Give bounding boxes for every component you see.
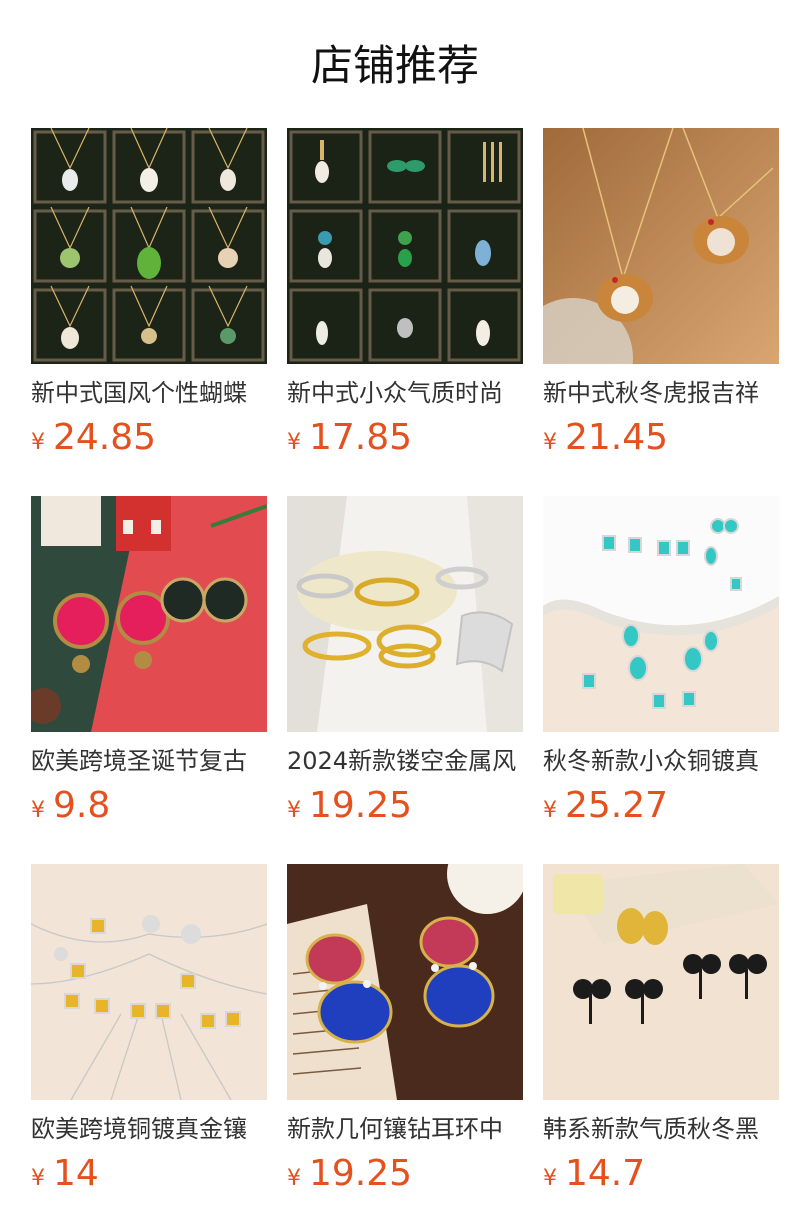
product-name[interactable]: 韩系新款气质秋冬黑 [543, 1112, 779, 1146]
product-image[interactable] [31, 496, 267, 732]
currency-symbol: ¥ [543, 430, 557, 455]
product-image[interactable] [543, 128, 779, 364]
product-price: ¥14.7 [543, 1152, 779, 1196]
product-name[interactable]: 秋冬新款小众铜镀真 [543, 744, 779, 778]
product-card[interactable]: 2024新款镂空金属风 ¥19.25 [287, 496, 523, 826]
product-card[interactable]: 欧美跨境圣诞节复古 ¥9.8 [31, 496, 267, 826]
product-price: ¥9.8 [31, 784, 267, 828]
product-name[interactable]: 新中式小众气质时尚 [287, 376, 523, 410]
product-image[interactable] [31, 864, 267, 1100]
product-card[interactable]: 欧美跨境铜镀真金镶 ¥14 [31, 864, 267, 1194]
product-image[interactable] [287, 496, 523, 732]
product-image[interactable] [31, 128, 267, 364]
product-price: ¥19.25 [287, 784, 523, 828]
price-value: 9.8 [53, 785, 111, 826]
product-card[interactable]: 新中式秋冬虎报吉祥 ¥21.45 [543, 128, 779, 458]
currency-symbol: ¥ [31, 798, 45, 823]
price-value: 17.85 [309, 417, 413, 458]
product-name[interactable]: 欧美跨境圣诞节复古 [31, 744, 267, 778]
price-value: 14.7 [565, 1153, 646, 1194]
currency-symbol: ¥ [31, 430, 45, 455]
product-name[interactable]: 新中式国风个性蝴蝶 [31, 376, 267, 410]
product-price: ¥19.25 [287, 1152, 523, 1196]
currency-symbol: ¥ [287, 430, 301, 455]
product-card[interactable]: 新款几何镶钻耳环中 ¥19.25 [287, 864, 523, 1194]
price-value: 24.85 [53, 417, 157, 458]
currency-symbol: ¥ [543, 1166, 557, 1191]
product-card[interactable]: 韩系新款气质秋冬黑 ¥14.7 [543, 864, 779, 1194]
price-value: 14 [53, 1153, 99, 1194]
product-name[interactable]: 新中式秋冬虎报吉祥 [543, 376, 779, 410]
product-image[interactable] [543, 864, 779, 1100]
currency-symbol: ¥ [543, 798, 557, 823]
price-value: 19.25 [309, 785, 413, 826]
product-grid: 新中式国风个性蝴蝶 ¥24.85 新中式小众气质时尚 ¥ 17.85 新中式秋冬… [31, 128, 779, 1194]
product-card[interactable]: 新中式小众气质时尚 ¥17.85 [287, 128, 523, 458]
section-title: 店铺推荐 [310, 41, 479, 90]
product-image[interactable] [287, 864, 523, 1100]
product-price: ¥17.85 [287, 416, 523, 460]
product-price: ¥21.45 [543, 416, 779, 460]
product-image[interactable] [543, 496, 779, 732]
product-price: ¥24.85 [31, 416, 267, 460]
product-price: ¥25.27 [543, 784, 779, 828]
product-name[interactable]: 欧美跨境铜镀真金镶 [31, 1112, 267, 1146]
price-value: 25.27 [565, 785, 669, 826]
product-name[interactable]: 新款几何镶钻耳环中 [287, 1112, 523, 1146]
product-price: ¥14 [31, 1152, 267, 1196]
price-value: 19.25 [309, 1153, 413, 1194]
product-card[interactable]: 新中式国风个性蝴蝶 ¥24.85 [31, 128, 267, 458]
price-value: 21.45 [565, 417, 669, 458]
product-image[interactable] [287, 128, 523, 364]
currency-symbol: ¥ [287, 1166, 301, 1191]
currency-symbol: ¥ [31, 1166, 45, 1191]
product-name[interactable]: 2024新款镂空金属风 [287, 744, 523, 778]
currency-symbol: ¥ [287, 798, 301, 823]
product-card[interactable]: 秋冬新款小众铜镀真 ¥25.27 [543, 496, 779, 826]
